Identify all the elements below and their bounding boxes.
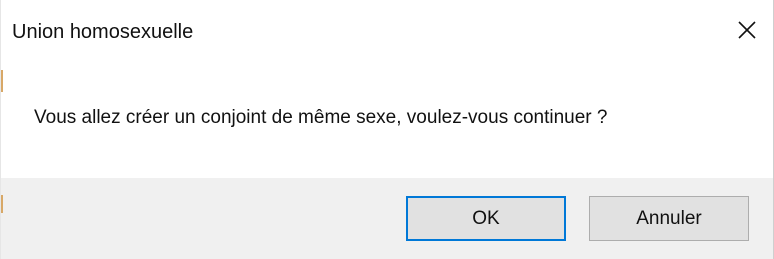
ok-button[interactable]: OK	[406, 196, 566, 241]
dialog-body: Vous allez créer un conjoint de même sex…	[1, 62, 773, 178]
window-edge-highlight	[1, 70, 3, 92]
close-button[interactable]	[721, 8, 773, 52]
cancel-button[interactable]: Annuler	[589, 196, 749, 241]
dialog-button-bar: OK Annuler	[1, 178, 773, 259]
dialog-title: Union homosexuelle	[12, 21, 194, 43]
title-bar[interactable]: Union homosexuelle	[1, 0, 773, 62]
message-dialog: Union homosexuelle Vous allez créer un c…	[0, 0, 774, 259]
window-edge-highlight	[1, 195, 3, 213]
dialog-message: Vous allez créer un conjoint de même sex…	[34, 107, 608, 128]
close-icon	[737, 20, 757, 40]
